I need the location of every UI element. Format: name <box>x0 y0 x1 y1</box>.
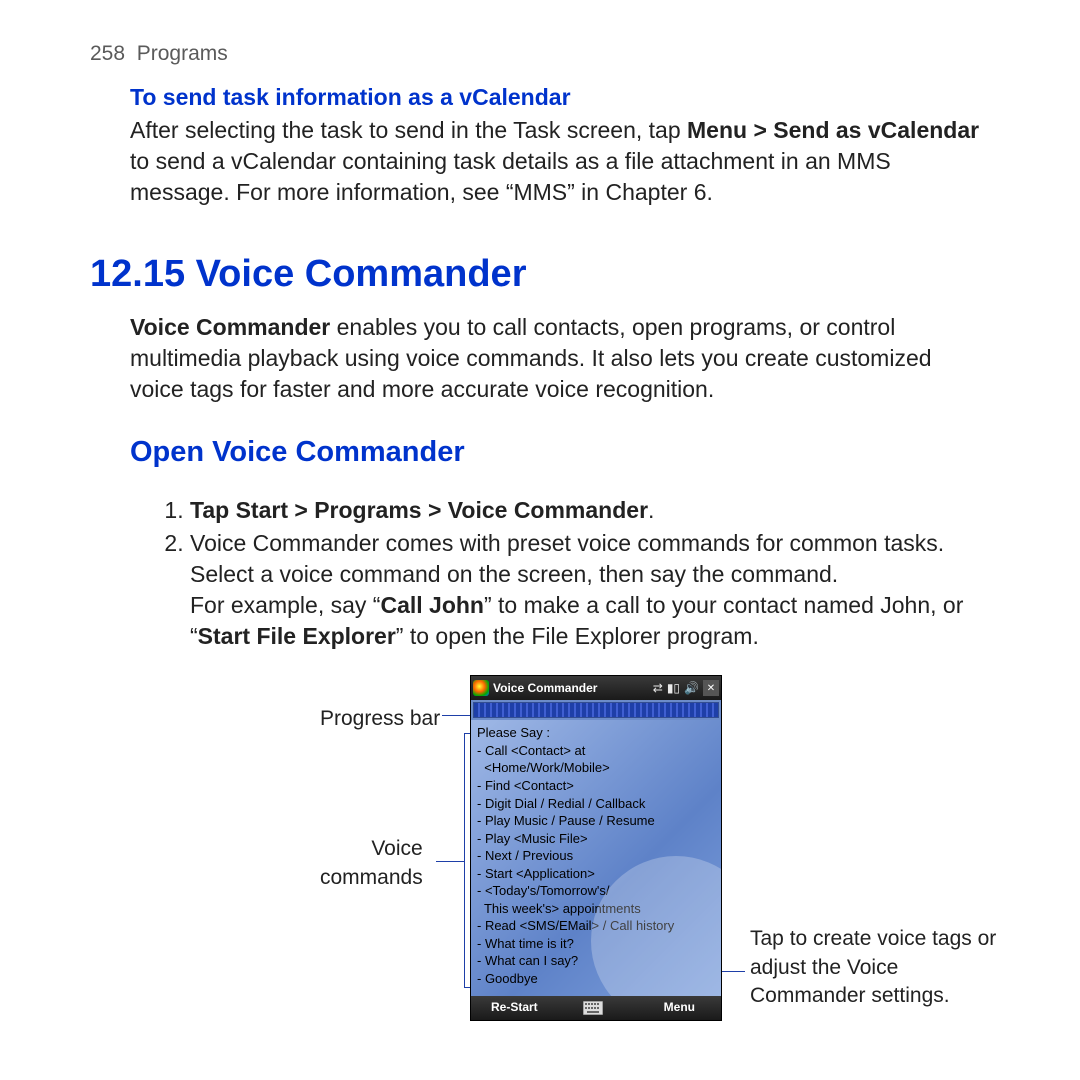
text: . <box>648 497 654 523</box>
progress-bar <box>473 702 719 718</box>
text: to send a vCalendar containing task deta… <box>130 148 891 205</box>
command-line: - What can I say? <box>477 952 715 970</box>
command-line: - Play <Music File> <box>477 830 715 848</box>
text: After selecting the task to send in the … <box>130 117 687 143</box>
callout-text: Progress bar <box>320 707 440 730</box>
step-2: Voice Commander comes with preset voice … <box>190 528 990 652</box>
device-figure: Progress bar Voice commands Tap to creat… <box>90 675 990 1065</box>
callout-text: Voice <box>371 837 422 860</box>
device-body: Please Say : - Call <Contact> at <Home/W… <box>471 720 721 995</box>
page-number: 258 <box>90 42 125 65</box>
windows-logo-icon <box>473 680 489 696</box>
callout-voice-commands: Voice commands <box>320 835 423 892</box>
command-line: - Call <Contact> at <box>477 742 715 760</box>
text: Voice Commander comes with preset voice … <box>190 530 944 587</box>
step-1: Tap Start > Programs > Voice Commander. <box>190 495 990 526</box>
subheading-vcalendar: To send task information as a vCalendar <box>130 82 990 113</box>
callout-text: commands <box>320 866 423 889</box>
example-bold-1: Call John <box>380 592 484 618</box>
command-line: - Find <Contact> <box>477 777 715 795</box>
volume-icon: 🔊 <box>684 680 699 696</box>
page-header: 258 Programs <box>90 40 990 68</box>
command-line: This week's> appointments <box>477 900 715 918</box>
text: For example, say “ <box>190 592 380 618</box>
section-heading: 12.15 Voice Commander <box>90 249 990 300</box>
text: Tap <box>190 497 236 523</box>
callout-line <box>442 715 472 716</box>
signal-icon: ▮▯ <box>667 680 680 696</box>
menu-path-bold: Menu > Send as vCalendar <box>687 117 979 143</box>
section-name: Programs <box>137 42 228 65</box>
command-line: - Next / Previous <box>477 847 715 865</box>
connectivity-icon: ⇄ <box>653 680 663 696</box>
callout-line <box>436 861 464 862</box>
intro-paragraph: Voice Commander enables you to call cont… <box>130 312 990 405</box>
command-line: - Start <Application> <box>477 865 715 883</box>
command-line: - Goodbye <box>477 970 715 988</box>
command-line: - Play Music / Pause / Resume <box>477 812 715 830</box>
example-bold-2: Start File Explorer <box>198 623 396 649</box>
command-line: - Read <SMS/EMail> / Call history <box>477 917 715 935</box>
close-icon[interactable]: ✕ <box>703 680 719 696</box>
callout-line <box>464 733 465 987</box>
steps-list: Tap Start > Programs > Voice Commander. … <box>160 495 990 652</box>
device-bottombar: Re-Start Menu <box>471 996 721 1020</box>
command-line: - <Today's/Tomorrow's/ <box>477 882 715 900</box>
command-line: - Digit Dial / Redial / Callback <box>477 795 715 813</box>
intro-bold: Voice Commander <box>130 314 330 340</box>
prompt-label: Please Say : <box>477 724 715 742</box>
subsection-heading: Open Voice Commander <box>130 433 990 472</box>
text: ” to open the File Explorer program. <box>396 623 759 649</box>
command-line: <Home/Work/Mobile> <box>477 759 715 777</box>
keyboard-icon[interactable] <box>578 1000 608 1016</box>
menu-button[interactable]: Menu <box>608 999 721 1015</box>
path-bold: Start > Programs > Voice Commander <box>236 497 648 523</box>
callout-menu: Tap to create voice tags or adjust the V… <box>750 925 1010 1010</box>
callout-progress-bar: Progress bar <box>320 705 440 733</box>
restart-button[interactable]: Re-Start <box>471 999 578 1015</box>
device-title: Voice Commander <box>493 680 597 696</box>
vcalendar-paragraph: After selecting the task to send in the … <box>130 115 990 208</box>
device-titlebar: Voice Commander ⇄ ▮▯ 🔊 ✕ <box>471 676 721 700</box>
command-line: - What time is it? <box>477 935 715 953</box>
device-screenshot: Voice Commander ⇄ ▮▯ 🔊 ✕ Please Say : - … <box>470 675 722 1020</box>
